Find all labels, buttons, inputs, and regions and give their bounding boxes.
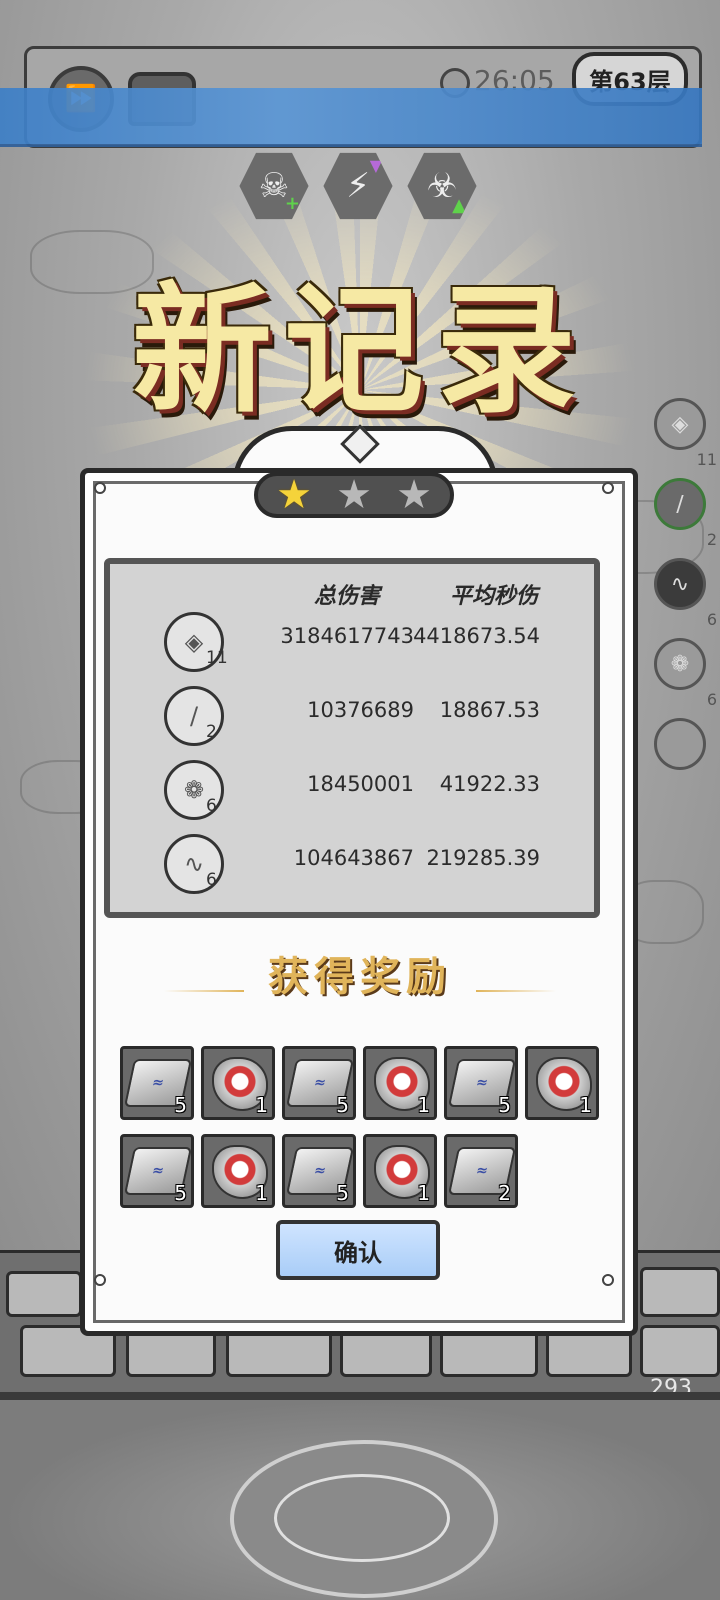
reward-item[interactable]: 1 (363, 1134, 437, 1208)
total-damage: 18450001 (307, 772, 414, 796)
tornado-icon: ∿ (670, 571, 690, 597)
star-icon-filled: ★ (276, 472, 312, 518)
table-row: ❁ 6 18450001 41922.33 (110, 760, 594, 820)
reward-item[interactable]: ≈ 5 (120, 1134, 194, 1208)
bone-beast-buff-icon: ☣ ▲ (407, 152, 477, 220)
reward-item[interactable]: ≈ 5 (282, 1134, 356, 1208)
avg-dps: 4418673.54 (413, 624, 540, 648)
reward-item[interactable]: 1 (525, 1046, 599, 1120)
table-row: ∿ 6 104643867 219285.39 (110, 834, 594, 894)
avg-dps: 18867.53 (439, 698, 540, 722)
new-record-title: 新记录 (131, 269, 588, 433)
meteor-icon: ∕ (676, 491, 684, 517)
skull-heal-buff-icon: ☠ + (239, 152, 309, 220)
lightning-buff-icon: ⚡ ▼ (323, 152, 393, 220)
total-damage: 104643867 (293, 846, 414, 870)
rivet (602, 1274, 614, 1286)
reward-item[interactable]: 1 (201, 1046, 275, 1120)
skill-slot[interactable]: ❁ 6 (654, 638, 717, 709)
table-row: ∕ 2 10376689 18867.53 (110, 686, 594, 746)
reward-item[interactable]: 1 (363, 1046, 437, 1120)
rewards-title: 获得奖励 (268, 953, 452, 1000)
summoning-circle (230, 1440, 498, 1598)
reward-item[interactable]: ≈ 2 (444, 1134, 518, 1208)
star-rating: ★ ★ ★ (254, 472, 454, 518)
reward-item[interactable]: ≈ 5 (282, 1046, 356, 1120)
star-icon-empty: ★ (396, 472, 432, 518)
damage-stats-table: 总伤害 平均秒伤 ◈ 11 3184617743 4418673.54 ∕ 2 … (104, 558, 600, 918)
skill-slot[interactable]: ∕ 2 (654, 478, 717, 549)
avg-dps: 41922.33 (439, 772, 540, 796)
header-total-damage: 总伤害 (314, 583, 381, 609)
total-damage: 3184617743 (280, 624, 414, 648)
table-row: ◈ 11 3184617743 4418673.54 (110, 612, 594, 672)
rivet (602, 482, 614, 494)
reward-item[interactable]: ≈ 5 (444, 1046, 518, 1120)
hud-highlight-band (0, 88, 702, 147)
confirm-button[interactable]: 确认 (276, 1220, 440, 1280)
skill-slot-column: ◈ 11 ∕ 2 ∿ 6 ❁ 6 (654, 398, 717, 798)
skill-slot-empty[interactable] (654, 718, 706, 770)
reward-item[interactable]: ≈ 5 (120, 1046, 194, 1120)
rivet (94, 482, 106, 494)
buff-icons: ☠ + ⚡ ▼ ☣ ▲ (238, 150, 478, 222)
rivet (94, 1274, 106, 1286)
star-icon-empty: ★ (336, 472, 372, 518)
avg-dps: 219285.39 (426, 846, 540, 870)
crystal-burst-icon: ❁ (670, 651, 690, 677)
header-avg-dps: 平均秒伤 (450, 583, 539, 609)
progress-track (0, 1392, 720, 1400)
total-damage: 10376689 (307, 698, 414, 722)
ice-block-icon: ◈ (671, 411, 689, 437)
skill-slot[interactable]: ◈ 11 (654, 398, 717, 469)
skill-slot[interactable]: ∿ 6 (654, 558, 717, 629)
reward-item[interactable]: 1 (201, 1134, 275, 1208)
